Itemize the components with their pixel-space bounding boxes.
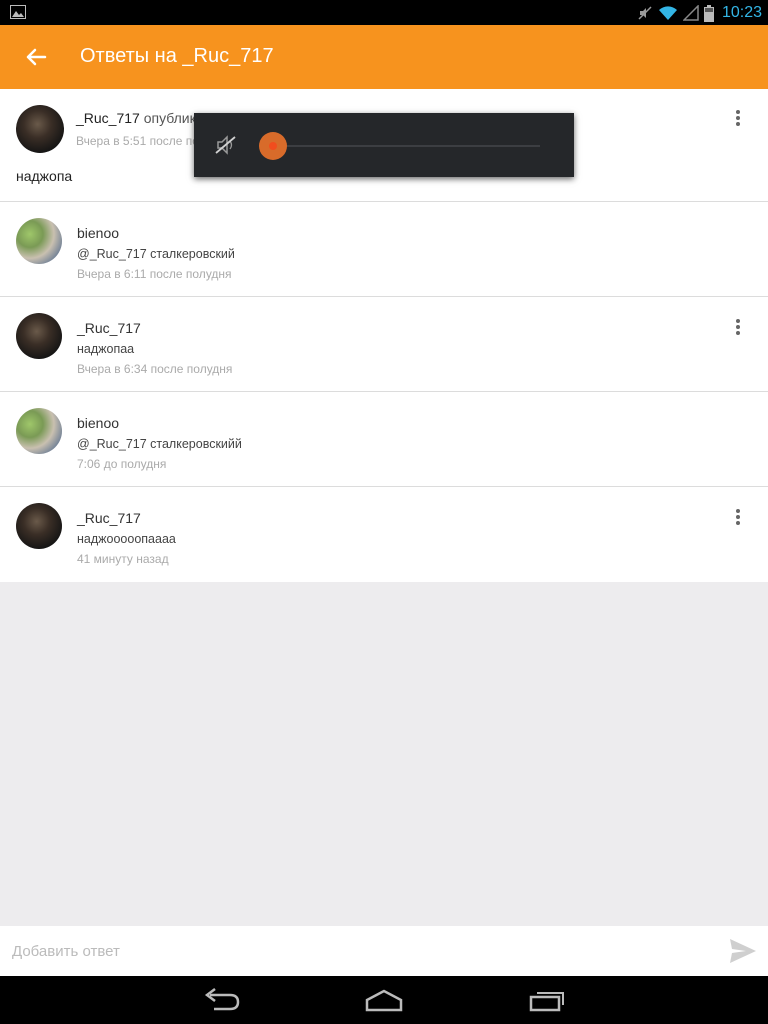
reply-time: 41 минуту назад: [77, 552, 169, 566]
volume-slider-thumb[interactable]: [259, 132, 287, 160]
avatar[interactable]: [16, 313, 62, 359]
mute-icon: [638, 6, 652, 20]
reply-time: Вчера в 6:11 после полудня: [77, 267, 232, 281]
reply-author[interactable]: bienoo: [77, 415, 119, 431]
avatar[interactable]: [16, 408, 62, 454]
list-item: bienoo @_Ruc_717 сталкеровскийй 7:06 до …: [0, 392, 768, 487]
recent-apps-icon[interactable]: [525, 986, 569, 1014]
page-title: Ответы на _Ruc_717: [80, 45, 274, 67]
reply-input[interactable]: [12, 938, 702, 964]
reply-author[interactable]: _Ruc_717: [77, 510, 141, 526]
reply-time: Вчера в 6:34 после полудня: [77, 362, 233, 376]
send-icon[interactable]: [728, 936, 758, 966]
volume-slider-track[interactable]: [274, 145, 540, 147]
reply-text: наджопаа: [77, 342, 135, 356]
reply-author[interactable]: bienoo: [77, 225, 119, 241]
avatar[interactable]: [16, 218, 62, 264]
list-item: _Ruc_717 наджооооопаааа 41 минуту назад: [0, 487, 768, 582]
navigation-bar: [0, 976, 768, 1024]
reply-text: @_Ruc_717 сталкеровскийй: [77, 437, 242, 451]
battery-icon: [703, 4, 714, 22]
more-options-icon[interactable]: [730, 507, 746, 527]
list-item: bienoo @_Ruc_717 сталкеровский Вчера в 6…: [0, 202, 768, 297]
reply-author[interactable]: _Ruc_717: [77, 320, 141, 336]
post-time: Вчера в 5:51 после по: [76, 134, 199, 148]
picture-icon: [10, 5, 26, 19]
reply-text: наджооооопаааа: [77, 532, 176, 546]
clock: 10:23: [721, 4, 762, 21]
reply-text: @_Ruc_717 сталкеровский: [77, 247, 235, 261]
more-options-icon[interactable]: [730, 108, 746, 128]
signal-icon: [682, 5, 699, 21]
volume-panel: [194, 113, 574, 177]
avatar[interactable]: [16, 105, 64, 153]
post-action: опублик: [143, 110, 196, 126]
wifi-icon: [658, 6, 677, 20]
post-author[interactable]: _Ruc_717: [76, 110, 140, 126]
app-bar: Ответы на _Ruc_717: [0, 25, 768, 89]
back-arrow-icon[interactable]: [20, 43, 50, 71]
speaker-muted-icon[interactable]: [214, 133, 238, 157]
reply-bar: [0, 926, 768, 976]
avatar[interactable]: [16, 503, 62, 549]
post-text: наджопа: [16, 168, 73, 184]
back-icon[interactable]: [200, 986, 244, 1014]
status-bar: 10:23: [0, 0, 768, 25]
home-icon[interactable]: [362, 986, 406, 1014]
list-item: _Ruc_717 наджопаа Вчера в 6:34 после пол…: [0, 297, 768, 392]
more-options-icon[interactable]: [730, 317, 746, 337]
reply-time: 7:06 до полудня: [77, 457, 167, 471]
